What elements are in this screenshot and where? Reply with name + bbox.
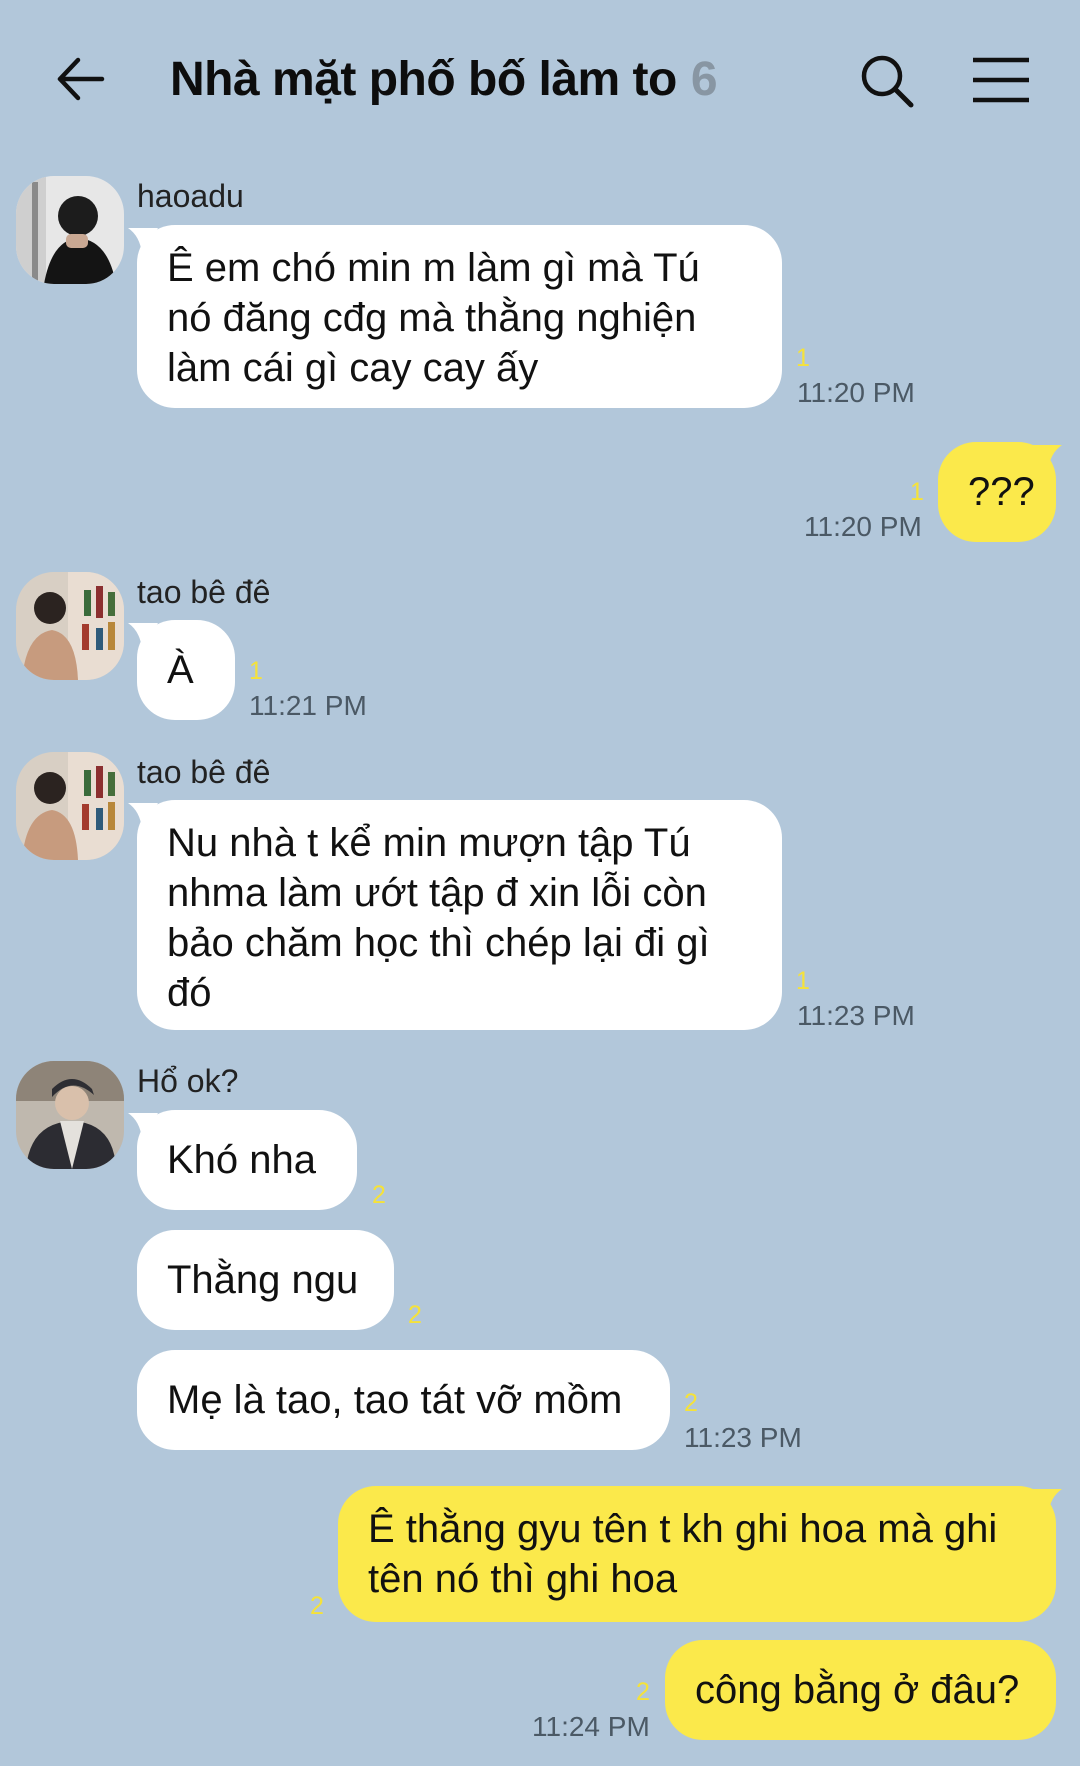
sender-name: tao bê đê: [137, 754, 271, 790]
message-bubble[interactable]: À: [137, 620, 235, 720]
unread-count: 2: [310, 1592, 324, 1620]
message-bubble[interactable]: Nu nhà t kể min mượn tập Tú nhma làm ướt…: [137, 800, 782, 1030]
sender-name: Hổ ok?: [137, 1063, 239, 1099]
unread-count: 2: [684, 1389, 698, 1417]
message-time: 11:20 PM: [797, 377, 915, 408]
avatar-image: [16, 572, 124, 680]
back-arrow-icon[interactable]: [50, 48, 112, 110]
avatar-image: [16, 752, 124, 860]
message-time: 11:21 PM: [249, 690, 367, 721]
message-bubble[interactable]: công bằng ở đâu?: [665, 1640, 1056, 1740]
chat-title-text: Nhà mặt phố bố làm to: [170, 53, 677, 106]
message-time: 11:24 PM: [532, 1711, 650, 1742]
message-bubble[interactable]: Mẹ là tao, tao tát vỡ mồm: [137, 1350, 670, 1450]
avatar-image: [16, 176, 124, 284]
message-bubble[interactable]: ???: [938, 442, 1056, 542]
message-time: 11:20 PM: [804, 511, 922, 542]
member-count: 6: [690, 53, 718, 106]
avatar-ho-ok[interactable]: [16, 1061, 124, 1169]
message-time: 11:23 PM: [797, 1000, 915, 1031]
unread-count: 2: [408, 1301, 422, 1329]
message-bubble[interactable]: Ê thằng gyu tên t kh ghi hoa mà ghi tên …: [338, 1486, 1056, 1622]
search-icon[interactable]: [858, 52, 916, 110]
avatar-image: [16, 1061, 124, 1169]
unread-count: 1: [910, 478, 924, 506]
chat-header: Nhà mặt phố bố làm to 6: [0, 0, 1080, 160]
avatar-tao-be-de[interactable]: [16, 572, 124, 680]
unread-count: 1: [796, 967, 810, 995]
unread-count: 2: [372, 1181, 386, 1209]
sender-name: haoadu: [137, 178, 244, 214]
chat-title: Nhà mặt phố bố làm to 6: [170, 52, 718, 107]
message-time: 11:23 PM: [684, 1422, 802, 1453]
message-bubble[interactable]: Khó nha: [137, 1110, 357, 1210]
message-bubble[interactable]: Ê em chó min m làm gì mà Tú nó đăng cđg …: [137, 225, 782, 408]
hamburger-menu-icon[interactable]: [970, 55, 1032, 105]
unread-count: 2: [636, 1678, 650, 1706]
message-bubble[interactable]: Thằng ngu: [137, 1230, 394, 1330]
avatar-haoadu[interactable]: [16, 176, 124, 284]
sender-name: tao bê đê: [137, 574, 271, 610]
unread-count: 1: [796, 344, 810, 372]
avatar-tao-be-de[interactable]: [16, 752, 124, 860]
unread-count: 1: [249, 657, 263, 685]
